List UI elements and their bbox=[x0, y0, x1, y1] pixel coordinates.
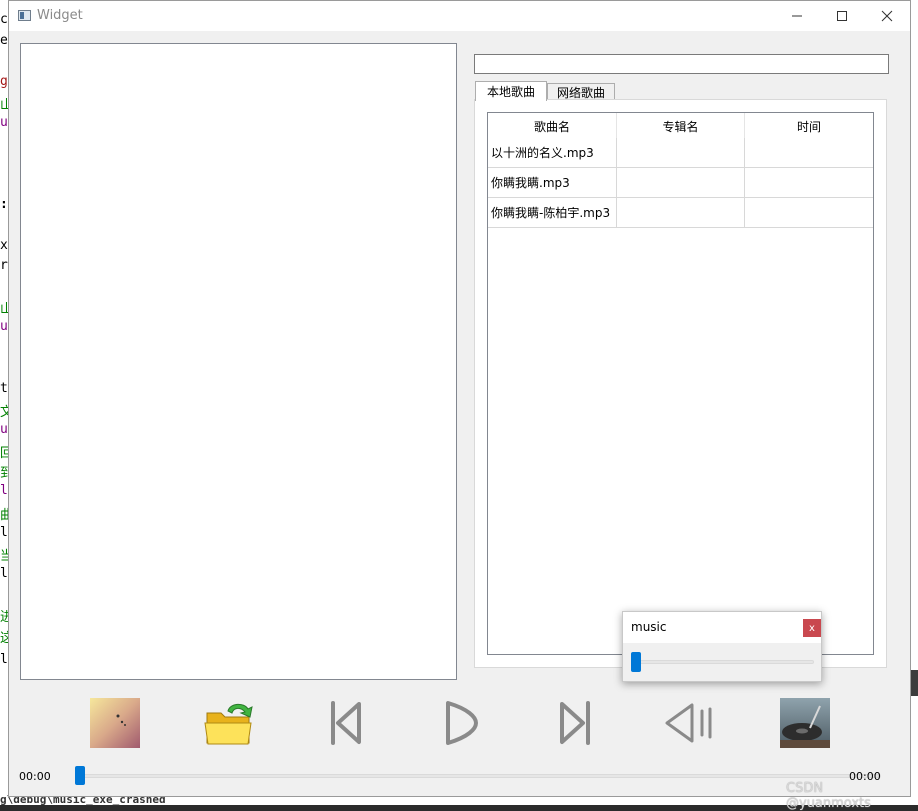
cell-time[interactable] bbox=[745, 138, 873, 167]
previous-button[interactable] bbox=[319, 697, 371, 749]
cell-song-name[interactable]: 你瞒我瞒-陈柏宇.mp3 bbox=[488, 198, 617, 227]
tab-local-songs[interactable]: 本地歌曲 bbox=[475, 81, 547, 101]
cell-song-name[interactable]: 以十洲的名义.mp3 bbox=[488, 138, 617, 167]
editor-glyph: l bbox=[0, 525, 8, 540]
cell-album[interactable] bbox=[617, 198, 745, 227]
cell-album[interactable] bbox=[617, 168, 745, 197]
album-art-button-right[interactable] bbox=[779, 697, 831, 749]
editor-glyph: g bbox=[0, 74, 8, 89]
editor-glyph: : bbox=[0, 197, 8, 212]
next-icon bbox=[560, 701, 590, 745]
open-folder-button[interactable] bbox=[203, 697, 255, 749]
app-icon bbox=[18, 10, 31, 21]
maximize-button[interactable] bbox=[819, 1, 865, 31]
table-row[interactable]: 你瞒我瞒.mp3 bbox=[488, 168, 873, 198]
minimize-button[interactable] bbox=[774, 1, 820, 31]
search-input[interactable] bbox=[474, 54, 889, 74]
cell-time[interactable] bbox=[745, 168, 873, 197]
volume-popup: music x bbox=[622, 611, 822, 682]
lyrics-panel[interactable] bbox=[20, 43, 457, 680]
editor-glyph: l bbox=[0, 483, 8, 498]
editor-glyph: t bbox=[0, 381, 8, 396]
column-header-song-name[interactable]: 歌曲名 bbox=[488, 113, 617, 139]
window-title: Widget bbox=[37, 8, 83, 23]
editor-glyph: u bbox=[0, 115, 8, 130]
tab-label: 本地歌曲 bbox=[486, 85, 535, 99]
widget-window: Widget 本地歌曲 网络歌曲 歌曲名 专辑名 时间 以十洲的名义.mp3 你… bbox=[8, 0, 911, 811]
editor-glyph: l bbox=[0, 652, 8, 667]
progress-slider-handle[interactable] bbox=[75, 766, 85, 785]
column-header-album[interactable]: 专辑名 bbox=[617, 113, 745, 139]
volume-popup-header: music x bbox=[623, 612, 821, 643]
editor-glyph: e bbox=[0, 33, 8, 48]
play-icon bbox=[446, 701, 478, 745]
editor-glyph: l bbox=[0, 566, 8, 581]
close-icon bbox=[881, 10, 893, 22]
maximize-icon bbox=[837, 11, 847, 21]
volume-slider-handle[interactable] bbox=[631, 652, 641, 672]
cell-song-name[interactable]: 你瞒我瞒.mp3 bbox=[488, 168, 617, 197]
minimize-icon bbox=[792, 15, 802, 17]
cell-album[interactable] bbox=[617, 138, 745, 167]
background-terminal-bar bbox=[910, 670, 918, 696]
volume-slider[interactable] bbox=[633, 660, 814, 664]
tab-label: 网络歌曲 bbox=[556, 85, 605, 100]
play-button[interactable] bbox=[434, 697, 486, 749]
editor-glyph: c bbox=[0, 12, 8, 27]
volume-popup-close-button[interactable]: x bbox=[803, 619, 821, 637]
next-button[interactable] bbox=[550, 697, 602, 749]
previous-icon bbox=[331, 701, 361, 745]
editor-glyph: x bbox=[0, 238, 8, 253]
tab-online-songs[interactable]: 网络歌曲 bbox=[547, 83, 615, 100]
song-table[interactable]: 歌曲名 专辑名 时间 以十洲的名义.mp3 你瞒我瞒.mp3 你瞒我瞒-陈柏宇.… bbox=[487, 112, 874, 655]
column-header-time[interactable]: 时间 bbox=[745, 113, 873, 139]
album-thumbnail-right-icon bbox=[780, 698, 830, 748]
editor-glyph: u bbox=[0, 422, 8, 437]
editor-glyph: u bbox=[0, 319, 8, 334]
album-art-button-left[interactable] bbox=[89, 697, 141, 749]
title-bar[interactable]: Widget bbox=[9, 1, 910, 31]
progress-slider[interactable] bbox=[81, 774, 881, 778]
cell-time[interactable] bbox=[745, 198, 873, 227]
table-row[interactable]: 你瞒我瞒-陈柏宇.mp3 bbox=[488, 198, 873, 228]
album-thumbnail-left-icon bbox=[90, 698, 140, 748]
close-button[interactable] bbox=[864, 1, 910, 31]
background-terminal-strip: g\debug\music_exe_crashed bbox=[0, 793, 918, 806]
volume-popup-title: music bbox=[631, 620, 667, 634]
elapsed-time: 00:00 bbox=[19, 770, 51, 783]
volume-icon bbox=[665, 703, 712, 743]
volume-button[interactable] bbox=[664, 697, 716, 749]
editor-glyph: r bbox=[0, 258, 8, 273]
open-folder-icon bbox=[204, 703, 253, 745]
watermark: CSDN @yuanmoxts bbox=[786, 781, 871, 811]
background-right-strip bbox=[910, 0, 918, 805]
table-row[interactable]: 以十洲的名义.mp3 bbox=[488, 138, 873, 168]
